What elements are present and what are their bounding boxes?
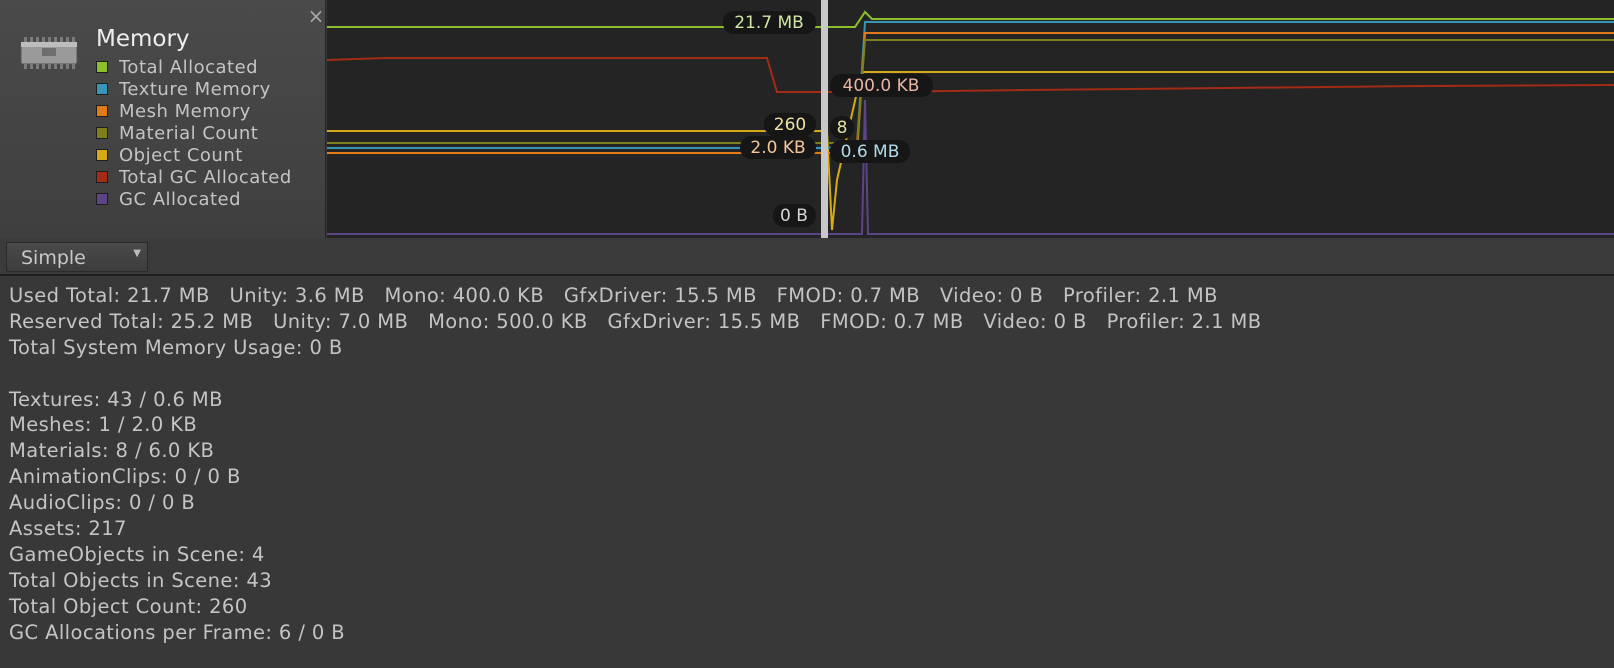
legend-label: Material Count — [119, 122, 259, 144]
legend-swatch — [96, 127, 108, 139]
series-total-allocated — [327, 10, 1614, 28]
series-object-count — [327, 71, 1614, 231]
close-icon[interactable]: × — [306, 4, 326, 28]
stats-detail-line: GC Allocations per Frame: 6 / 0 B — [9, 620, 346, 644]
stats-detail-line: Textures: 43 / 0.6 MB — [9, 387, 223, 411]
svg-text:400.0 KB: 400.0 KB — [843, 76, 920, 96]
series-total-gc-allocated — [327, 57, 1614, 94]
legend-swatch — [96, 171, 108, 183]
label-total-gc-allocated: 400.0 KB — [830, 74, 933, 97]
memory-graph[interactable]: 21.7 MB 400.0 KB 260 8 2.0 KB 0.6 MB 0 B — [327, 0, 1614, 238]
svg-text:0 B: 0 B — [780, 206, 808, 226]
stats-detail-line: GameObjects in Scene: 4 — [9, 542, 265, 566]
stats-detail-line: Materials: 8 / 6.0 KB — [9, 439, 215, 463]
stats-detail-line: Total Objects in Scene: 43 — [9, 568, 273, 592]
label-material-count: 8 — [830, 116, 854, 139]
stats-detail-line: Total Object Count: 260 — [9, 594, 248, 618]
legend-swatch — [96, 149, 108, 161]
stats-system-memory: Total System Memory Usage: 0 B — [9, 335, 343, 359]
stats-detail-line: Assets: 217 — [9, 517, 127, 541]
dropdown-arrow-icon: ▼ — [133, 248, 141, 259]
legend-label: Total GC Allocated — [119, 166, 292, 188]
series-gc-allocated — [327, 99, 1614, 235]
legend-label: Texture Memory — [119, 78, 271, 100]
memory-legend-panel: × Memory Total Allocated Texture Memory Me… — [0, 0, 326, 238]
legend-label: Total Allocated — [119, 56, 259, 78]
legend-label: GC Allocated — [119, 188, 242, 210]
svg-text:260: 260 — [774, 115, 806, 135]
svg-text:0.6 MB: 0.6 MB — [841, 142, 900, 162]
label-mesh-memory: 2.0 KB — [740, 136, 816, 159]
legend-item[interactable]: Object Count — [96, 144, 292, 166]
legend-swatch — [96, 61, 108, 73]
stats-detail-line: AudioClips: 0 / 0 B — [9, 491, 196, 515]
svg-text:8: 8 — [837, 118, 848, 138]
memory-stats: Used Total: 21.7 MB Unity: 3.6 MB Mono: … — [9, 283, 1609, 645]
legend-item[interactable]: Total GC Allocated — [96, 166, 292, 188]
legend-list: Total Allocated Texture Memory Mesh Memory… — [96, 56, 292, 210]
legend-swatch — [96, 105, 108, 117]
label-gc-allocated: 0 B — [773, 204, 816, 227]
detail-toolbar: Simple ▼ — [0, 238, 1614, 276]
legend-label: Mesh Memory — [119, 100, 251, 122]
detail-mode-dropdown[interactable]: Simple ▼ — [6, 242, 148, 272]
detail-mode-label: Simple — [21, 247, 86, 269]
memory-chip-icon — [20, 37, 78, 69]
label-total-allocated: 21.7 MB — [723, 11, 816, 34]
legend-item[interactable]: Texture Memory — [96, 78, 292, 100]
legend-label: Object Count — [119, 144, 243, 166]
legend-title: Memory — [96, 26, 190, 52]
legend-item[interactable]: Material Count — [96, 122, 292, 144]
label-texture-memory: 0.6 MB — [830, 140, 910, 163]
stats-details: Textures: 43 / 0.6 MB Meshes: 1 / 2.0 KB M… — [9, 387, 1609, 646]
stats-reserved-total: Reserved Total: 25.2 MB Unity: 7.0 MB Mo… — [9, 309, 1262, 333]
stats-detail-line: Meshes: 1 / 2.0 KB — [9, 413, 198, 437]
stats-used-total: Used Total: 21.7 MB Unity: 3.6 MB Mono: … — [9, 284, 1218, 307]
stats-detail-line: AnimationClips: 0 / 0 B — [9, 465, 241, 489]
legend-item[interactable]: GC Allocated — [96, 188, 292, 210]
svg-text:21.7 MB: 21.7 MB — [734, 13, 804, 33]
legend-item[interactable]: Total Allocated — [96, 56, 292, 78]
legend-swatch — [96, 193, 108, 205]
legend-item[interactable]: Mesh Memory — [96, 100, 292, 122]
legend-swatch — [96, 83, 108, 95]
frame-selection-line[interactable] — [821, 0, 828, 238]
svg-text:2.0 KB: 2.0 KB — [750, 138, 805, 158]
label-object-count: 260 — [764, 113, 816, 136]
series-mesh-memory — [327, 32, 1614, 154]
